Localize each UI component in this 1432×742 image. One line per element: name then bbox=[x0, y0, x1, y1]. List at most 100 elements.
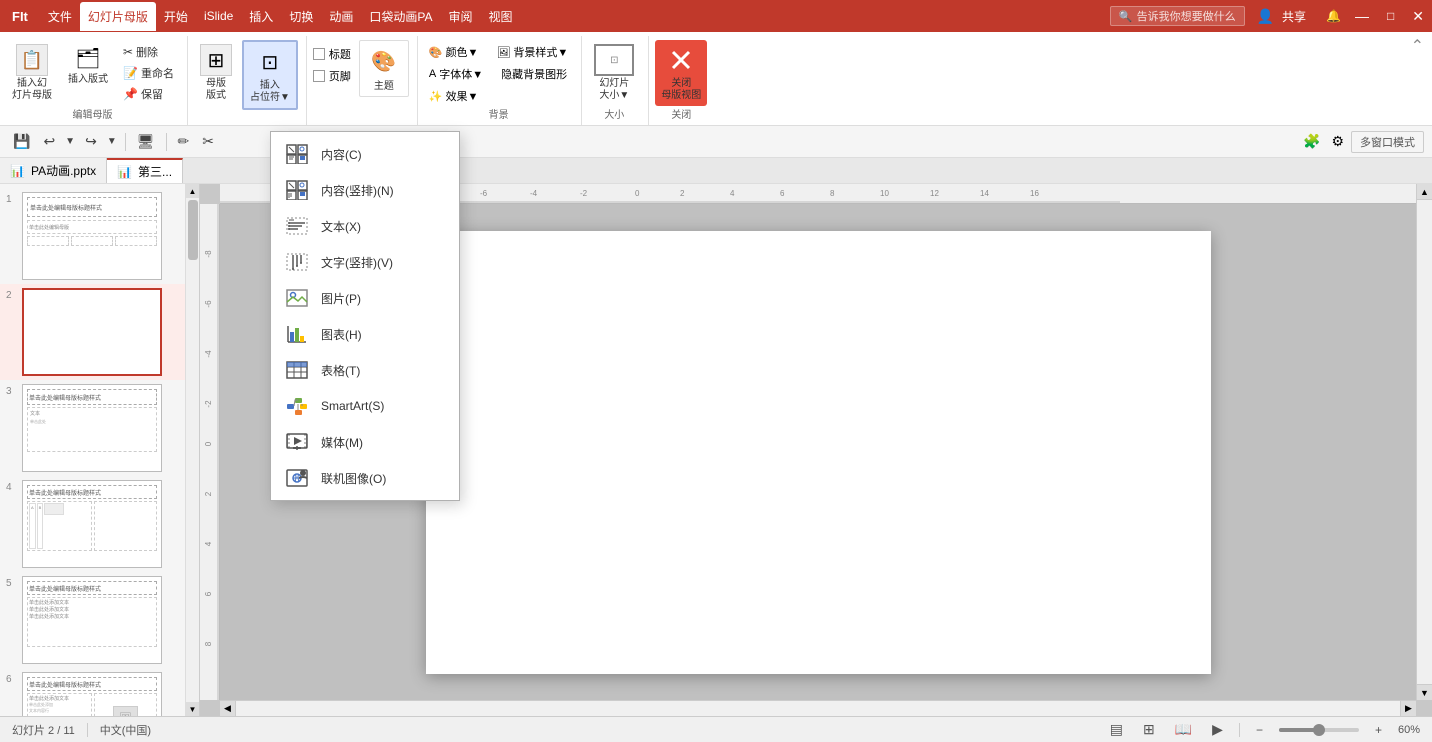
menu-insert[interactable]: 插入 bbox=[241, 2, 281, 31]
view-slideshow-button[interactable]: ▶ bbox=[1208, 719, 1227, 740]
multi-window-button[interactable]: 多窗口模式 bbox=[1351, 131, 1424, 153]
undo-dropdown-button[interactable]: ▼ bbox=[63, 133, 77, 150]
restore-button[interactable]: □ bbox=[1379, 7, 1402, 25]
insert-layout-button[interactable]: 🗂 插入版式 bbox=[62, 40, 114, 90]
slide-thumb-6[interactable]: 6 单击此处编辑母版标题样式 单击此处添加文本 单击此处添加 文本内容行 🖼 bbox=[0, 668, 199, 716]
dropdown-item-smartart[interactable]: SmartArt(S) bbox=[271, 388, 459, 424]
slide-thumb-5[interactable]: 5 单击此处编辑母版标题样式 单击此处添加文本 单击此处添加文本 单击此处添加文… bbox=[0, 572, 199, 668]
dropdown-item-media[interactable]: 媒体(M) bbox=[271, 424, 459, 460]
smartart-icon bbox=[285, 395, 309, 417]
rename-button[interactable]: 📝 重命名 bbox=[118, 63, 179, 83]
dropdown-item-text[interactable]: 文本(X) bbox=[271, 208, 459, 244]
title-checkbox[interactable]: 标题 bbox=[313, 46, 351, 62]
svg-text:6: 6 bbox=[204, 591, 213, 596]
account-area: 👤 共享 bbox=[1257, 8, 1306, 25]
slide-thumb-2[interactable]: 2 bbox=[0, 284, 199, 380]
dropdown-item-picture[interactable]: 图片(P) bbox=[271, 280, 459, 316]
rename-label: 重命名 bbox=[141, 65, 174, 81]
undo-button[interactable]: ↩ bbox=[38, 130, 60, 153]
zoom-slider[interactable] bbox=[1279, 728, 1359, 732]
group-edit-master-label: 编辑母版 bbox=[6, 106, 179, 121]
slide-thumb-4[interactable]: 4 单击此处编辑母版标题样式 A B bbox=[0, 476, 199, 572]
menu-islide[interactable]: iSlide bbox=[196, 3, 241, 29]
menu-pocket-animation[interactable]: 口袋动画PA bbox=[361, 2, 440, 31]
account-icon[interactable]: 👤 bbox=[1257, 8, 1274, 25]
settings-icon[interactable]: ⚙ bbox=[1327, 131, 1348, 152]
insert-placeholder-label: 插入占位符▼ bbox=[250, 80, 290, 104]
slide-panel-scrollbar[interactable]: ▲ ▼ bbox=[185, 184, 199, 716]
tab-third[interactable]: 📊 第三... bbox=[107, 158, 183, 183]
dropdown-item-table[interactable]: 表格(T) bbox=[271, 352, 459, 388]
start-presentation-button[interactable]: 🖥 bbox=[132, 130, 160, 153]
scroll-thumb[interactable] bbox=[188, 200, 198, 260]
slide-num-2: 2 bbox=[6, 288, 18, 301]
notification-icon[interactable]: 🔔 bbox=[1322, 7, 1345, 25]
dropdown-item-text-v[interactable]: 文字(竖排)(V) bbox=[271, 244, 459, 280]
cut-button[interactable]: ✂ bbox=[197, 130, 219, 153]
zoom-in-button[interactable]: + bbox=[1371, 721, 1386, 739]
share-button[interactable]: 共享 bbox=[1282, 8, 1306, 25]
menu-transition[interactable]: 切换 bbox=[281, 2, 321, 31]
menu-animation[interactable]: 动画 bbox=[321, 2, 361, 31]
ribbon-collapse-button[interactable]: ⌃ bbox=[1411, 36, 1424, 56]
view-slide-sorter-button[interactable]: ⊞ bbox=[1139, 719, 1159, 740]
theme-button[interactable]: 🎨 主题 bbox=[359, 40, 409, 97]
color-label: 颜色▼ bbox=[446, 44, 479, 60]
dropdown-item-content[interactable]: 内容(C) bbox=[271, 136, 459, 172]
svg-text:8: 8 bbox=[204, 641, 213, 646]
dropdown-item-content-v[interactable]: 内容(竖排)(N) bbox=[271, 172, 459, 208]
view-normal-button[interactable]: ▤ bbox=[1106, 719, 1127, 740]
canvas-scroll-right[interactable]: ▶ bbox=[1400, 701, 1416, 716]
dropdown-item-online-image[interactable]: 联机图像(O) bbox=[271, 460, 459, 496]
minimize-button[interactable]: — bbox=[1347, 6, 1377, 26]
slide-size-button[interactable]: ⊡ 幻灯片大小▼ bbox=[588, 40, 640, 106]
footer-checkbox[interactable]: 页脚 bbox=[313, 68, 351, 84]
menu-start[interactable]: 开始 bbox=[156, 2, 196, 31]
menu-file[interactable]: 文件 bbox=[40, 2, 80, 31]
footer-checkbox-label: 页脚 bbox=[329, 68, 351, 84]
toolbar-sep2 bbox=[166, 133, 167, 151]
insert-placeholder-icon: ⊡ bbox=[254, 46, 286, 78]
background-style-button[interactable]: 🖼 背景样式▼ bbox=[491, 42, 573, 62]
dropdown-item-chart[interactable]: 图表(H) bbox=[271, 316, 459, 352]
menu-view[interactable]: 视图 bbox=[480, 2, 520, 31]
insert-layout-label: 插入版式 bbox=[68, 74, 108, 86]
media-icon bbox=[285, 431, 309, 453]
hide-background-graphics-button[interactable]: 隐藏背景图形 bbox=[496, 64, 572, 84]
svg-text:-2: -2 bbox=[580, 189, 588, 198]
svg-text:6: 6 bbox=[780, 189, 785, 198]
color-button[interactable]: 🎨 颜色▼ bbox=[424, 42, 484, 62]
menu-review[interactable]: 审阅 bbox=[440, 2, 480, 31]
redo-button[interactable]: ↪ bbox=[80, 130, 102, 153]
close-button[interactable]: ✕ bbox=[1404, 6, 1432, 27]
insert-slide-master-button[interactable]: 📋 插入幻灯片母版 bbox=[6, 40, 58, 106]
view-reading-button[interactable]: 📖 bbox=[1171, 719, 1196, 740]
master-layout-button[interactable]: ⊞ 母版版式 bbox=[194, 40, 238, 106]
font-button[interactable]: A 字体体▼ bbox=[424, 64, 488, 84]
redo-dropdown-button[interactable]: ▼ bbox=[105, 133, 119, 150]
content-icon bbox=[285, 143, 309, 165]
preserve-button[interactable]: 📌 保留 bbox=[118, 84, 179, 104]
canvas-scroll-up[interactable]: ▲ bbox=[1417, 184, 1432, 200]
slide-main-canvas[interactable] bbox=[426, 231, 1211, 674]
menu-slide-master[interactable]: 幻灯片母版 bbox=[80, 2, 156, 31]
table-icon bbox=[285, 359, 309, 381]
title-bar: FIt 文件 幻灯片母版 开始 iSlide 插入 切换 动画 口袋动画PA 审… bbox=[0, 0, 1432, 32]
scroll-up-arrow[interactable]: ▲ bbox=[186, 184, 200, 198]
islide-icon[interactable]: 🧩 bbox=[1299, 131, 1324, 152]
insert-slide-master-icon: 📋 bbox=[16, 44, 48, 76]
text-icon bbox=[285, 215, 309, 237]
format-painter-button[interactable]: ✏ bbox=[173, 130, 195, 153]
canvas-scroll-left[interactable]: ◀ bbox=[220, 701, 236, 716]
slide-thumb-1[interactable]: 1 单击此处编辑母版标题样式 单击此处编辑母版 bbox=[0, 188, 199, 284]
effects-button[interactable]: ✨ 效果▼ bbox=[424, 86, 573, 106]
canvas-scroll-down[interactable]: ▼ bbox=[1417, 684, 1432, 700]
insert-placeholder-button[interactable]: ⊡ 插入占位符▼ bbox=[242, 40, 298, 110]
slide-thumb-3[interactable]: 3 单击此处编辑母版标题样式 文本 单击此处 bbox=[0, 380, 199, 476]
delete-button[interactable]: ✂ 删除 bbox=[118, 42, 179, 62]
scroll-down-arrow[interactable]: ▼ bbox=[186, 702, 200, 716]
close-master-view-button[interactable]: 关闭母版视图 bbox=[655, 40, 707, 106]
tab-pa-animation[interactable]: 📊 PA动画.pptx bbox=[0, 158, 107, 183]
zoom-out-button[interactable]: − bbox=[1252, 721, 1267, 739]
save-button[interactable]: 💾 bbox=[8, 130, 35, 153]
